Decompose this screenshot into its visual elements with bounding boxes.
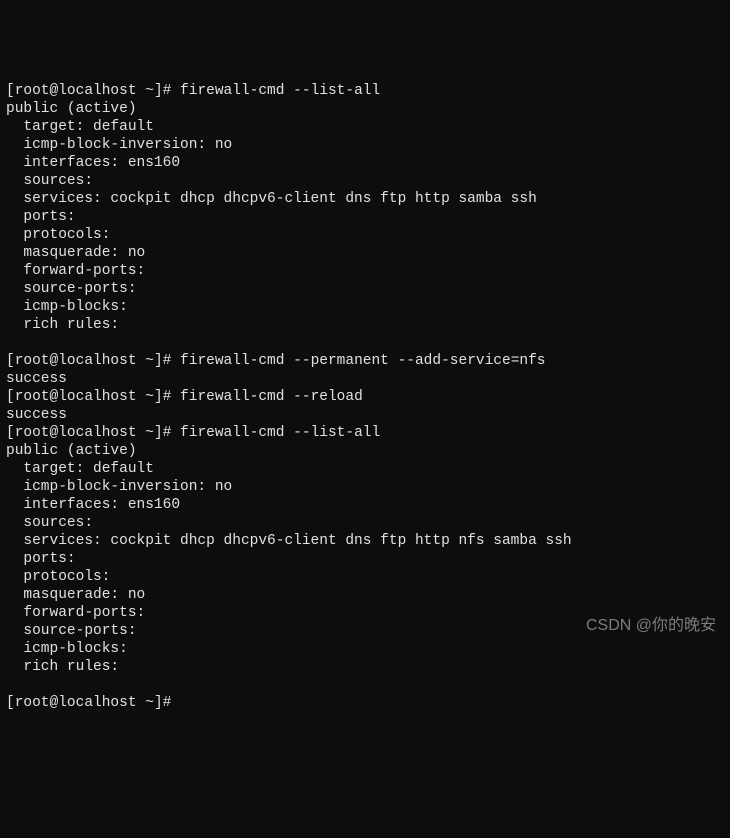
output-text: rich rules: (6, 317, 119, 333)
terminal-line: rich rules: (6, 316, 724, 334)
terminal-line: target: default (6, 118, 724, 136)
terminal-line: masquerade: no (6, 244, 724, 262)
prompt-cwd: ~ (145, 83, 154, 99)
output-text: sources: (6, 515, 93, 531)
output-text: services: cockpit dhcp dhcpv6-client dns… (6, 533, 572, 549)
terminal-line: interfaces: ens160 (6, 154, 724, 172)
prompt-open-bracket: [ (6, 83, 15, 99)
prompt-open-bracket: [ (6, 425, 15, 441)
prompt-close-bracket: ]# (154, 83, 171, 99)
terminal-line: protocols: (6, 226, 724, 244)
output-text: rich rules: (6, 659, 119, 675)
output-text: icmp-blocks: (6, 299, 128, 315)
terminal-line: [root@localhost ~]# firewall-cmd --perma… (6, 352, 724, 370)
output-text: target: default (6, 119, 154, 135)
prompt-close-bracket: ]# (154, 389, 171, 405)
output-text: public (active) (6, 101, 137, 117)
terminal-line: [root@localhost ~]# (6, 694, 724, 712)
output-text: public (active) (6, 443, 137, 459)
terminal-line: icmp-blocks: (6, 298, 724, 316)
prompt-open-bracket: [ (6, 389, 15, 405)
terminal-line: protocols: (6, 568, 724, 586)
terminal-line: [root@localhost ~]# firewall-cmd --list-… (6, 424, 724, 442)
terminal-line: success (6, 370, 724, 388)
terminal-line: services: cockpit dhcp dhcpv6-client dns… (6, 532, 724, 550)
prompt-trail (171, 695, 180, 711)
prompt-user-host: root@localhost (15, 425, 137, 441)
terminal-line (6, 676, 724, 694)
terminal-line: icmp-blocks: (6, 640, 724, 658)
prompt-user-host: root@localhost (15, 695, 137, 711)
prompt-cwd: ~ (145, 389, 154, 405)
prompt-space (137, 695, 146, 711)
prompt-space (137, 83, 146, 99)
prompt-open-bracket: [ (6, 695, 15, 711)
output-text: success (6, 407, 67, 423)
terminal-line: interfaces: ens160 (6, 496, 724, 514)
command-text: firewall-cmd --permanent --add-service=n… (180, 353, 545, 369)
terminal-line: [root@localhost ~]# firewall-cmd --list-… (6, 82, 724, 100)
terminal-line: success (6, 406, 724, 424)
terminal-line: masquerade: no (6, 586, 724, 604)
terminal-line: icmp-block-inversion: no (6, 136, 724, 154)
output-text: interfaces: ens160 (6, 155, 180, 171)
terminal-line: public (active) (6, 442, 724, 460)
prompt-open-bracket: [ (6, 353, 15, 369)
output-text: ports: (6, 551, 76, 567)
output-text: source-ports: (6, 281, 137, 297)
prompt-user-host: root@localhost (15, 389, 137, 405)
output-text: forward-ports: (6, 605, 145, 621)
prompt-user-host: root@localhost (15, 353, 137, 369)
terminal-line: forward-ports: (6, 262, 724, 280)
command-text: firewall-cmd --list-all (180, 83, 380, 99)
output-text: source-ports: (6, 623, 137, 639)
prompt-trail (171, 353, 180, 369)
prompt-cwd: ~ (145, 695, 154, 711)
terminal-line: ports: (6, 550, 724, 568)
prompt-cwd: ~ (145, 425, 154, 441)
output-text: sources: (6, 173, 93, 189)
output-text: icmp-blocks: (6, 641, 128, 657)
prompt-close-bracket: ]# (154, 695, 171, 711)
prompt-trail (171, 389, 180, 405)
output-text: masquerade: no (6, 587, 145, 603)
terminal-line: rich rules: (6, 658, 724, 676)
command-text: firewall-cmd --reload (180, 389, 363, 405)
terminal-line: services: cockpit dhcp dhcpv6-client dns… (6, 190, 724, 208)
watermark: CSDN @你的晚安 (586, 617, 716, 635)
prompt-space (137, 353, 146, 369)
prompt-space (137, 425, 146, 441)
terminal-line (6, 334, 724, 352)
prompt-close-bracket: ]# (154, 353, 171, 369)
output-text: icmp-block-inversion: no (6, 137, 232, 153)
output-text: protocols: (6, 569, 110, 585)
output-text: interfaces: ens160 (6, 497, 180, 513)
terminal-line: [root@localhost ~]# firewall-cmd --reloa… (6, 388, 724, 406)
prompt-close-bracket: ]# (154, 425, 171, 441)
prompt-cwd: ~ (145, 353, 154, 369)
output-text: masquerade: no (6, 245, 145, 261)
command-text: firewall-cmd --list-all (180, 425, 380, 441)
output-text: target: default (6, 461, 154, 477)
terminal-line: icmp-block-inversion: no (6, 478, 724, 496)
terminal-line: ports: (6, 208, 724, 226)
terminal-line: sources: (6, 514, 724, 532)
terminal-line: sources: (6, 172, 724, 190)
output-text: ports: (6, 209, 76, 225)
terminal-line: public (active) (6, 100, 724, 118)
prompt-user-host: root@localhost (15, 83, 137, 99)
output-text: forward-ports: (6, 263, 145, 279)
prompt-trail (171, 83, 180, 99)
output-text: protocols: (6, 227, 110, 243)
output-text: services: cockpit dhcp dhcpv6-client dns… (6, 191, 537, 207)
output-text: success (6, 371, 67, 387)
prompt-space (137, 389, 146, 405)
output-text: icmp-block-inversion: no (6, 479, 232, 495)
terminal-line: target: default (6, 460, 724, 478)
terminal-line: source-ports: (6, 280, 724, 298)
prompt-trail (171, 425, 180, 441)
